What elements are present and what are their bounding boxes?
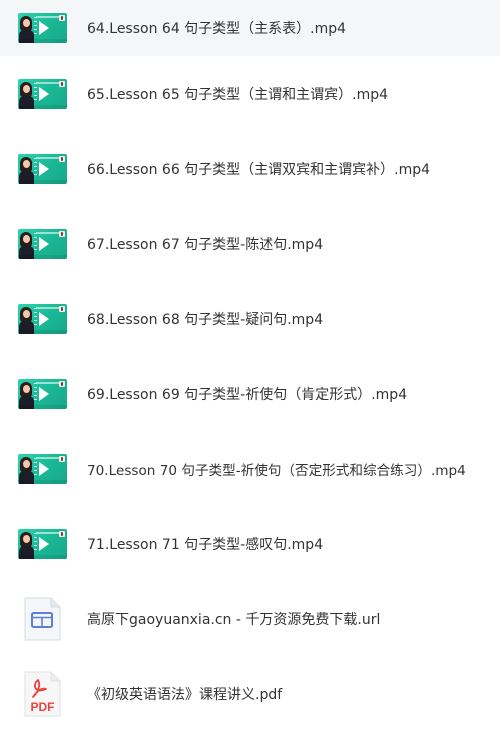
list-item[interactable]: PDF 《初级英语语法》课程讲义.pdf [0,656,500,731]
list-item[interactable]: 66.Lesson 66 句子类型（主谓双宾和主谓宾补）.mp4 [0,131,500,206]
file-name: 66.Lesson 66 句子类型（主谓双宾和主谓宾补）.mp4 [87,161,431,178]
file-name: 69.Lesson 69 句子类型-祈使句（肯定形式）.mp4 [87,386,408,403]
list-item[interactable]: 70.Lesson 70 句子类型-祈使句（否定形式和综合练习）.mp4 [0,431,500,506]
video-thumbnail-icon [18,378,67,409]
list-item[interactable]: 64.Lesson 64 句子类型（主系表）.mp4 [0,0,500,56]
list-item[interactable]: 65.Lesson 65 句子类型（主谓和主谓宾）.mp4 [0,56,500,131]
file-name: 68.Lesson 68 句子类型-疑问句.mp4 [87,311,324,328]
video-thumbnail-icon [18,303,67,334]
video-thumbnail-icon [18,78,67,109]
file-name: 高原下gaoyuanxia.cn - 千万资源免费下载.url [87,611,381,628]
list-item[interactable]: 高原下gaoyuanxia.cn - 千万资源免费下载.url [0,581,500,656]
list-item[interactable]: 69.Lesson 69 句子类型-祈使句（肯定形式）.mp4 [0,356,500,431]
list-item[interactable]: 71.Lesson 71 句子类型-感叹句.mp4 [0,506,500,581]
file-name: 70.Lesson 70 句子类型-祈使句（否定形式和综合练习）.mp4 [87,462,466,479]
url-file-icon [24,597,61,640]
file-name: 65.Lesson 65 句子类型（主谓和主谓宾）.mp4 [87,86,389,103]
list-item[interactable]: 67.Lesson 67 句子类型-陈述句.mp4 [0,206,500,281]
video-thumbnail-icon [18,228,67,259]
file-name: 64.Lesson 64 句子类型（主系表）.mp4 [87,21,347,37]
file-name: 《初级英语语法》课程讲义.pdf [87,686,283,703]
pdf-label: PDF [31,700,55,714]
pdf-file-icon: PDF [24,671,61,716]
video-thumbnail-icon [18,153,67,184]
video-thumbnail-icon [18,13,67,43]
file-name: 71.Lesson 71 句子类型-感叹句.mp4 [87,536,324,553]
file-name: 67.Lesson 67 句子类型-陈述句.mp4 [87,236,324,253]
list-item[interactable]: 68.Lesson 68 句子类型-疑问句.mp4 [0,281,500,356]
file-list: 64.Lesson 64 句子类型（主系表）.mp4 65.Lesson 65 … [0,0,500,730]
video-thumbnail-icon [18,528,67,559]
video-thumbnail-icon [18,453,67,484]
